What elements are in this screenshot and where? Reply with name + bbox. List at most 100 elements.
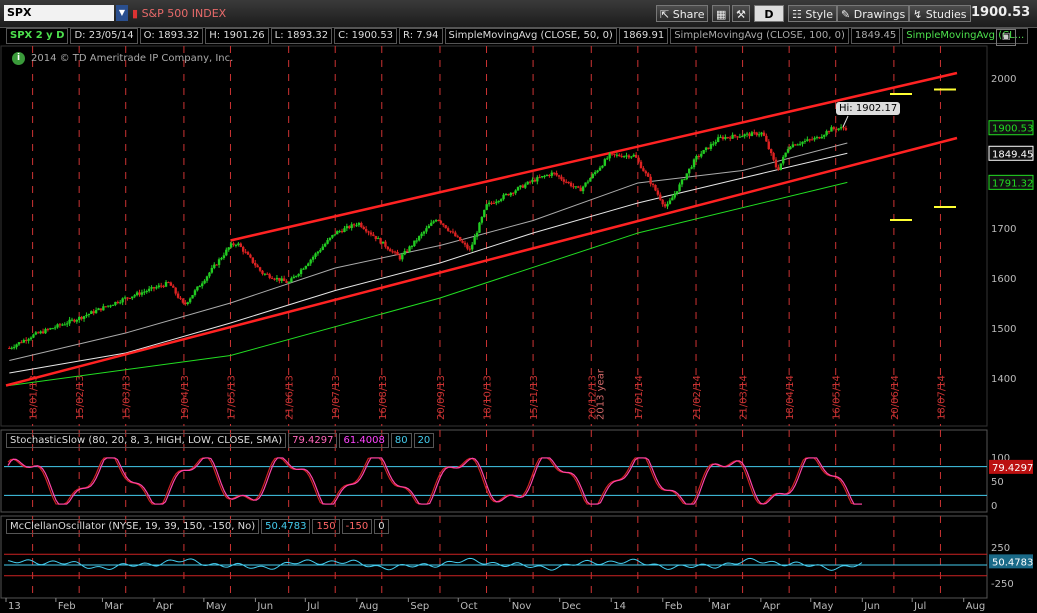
candle-body [51,328,54,330]
candle-body [280,278,283,281]
share-button[interactable]: ⇱ Share [656,5,709,22]
print-button[interactable]: ▦ [712,5,730,22]
candle-body [106,305,110,307]
candle-body [179,297,182,299]
candle-body [685,173,688,180]
style-button[interactable]: ☷ Style [788,5,838,22]
candle-body [420,233,423,237]
date-label: 15/03/13 [122,375,133,420]
candle-body [596,170,599,173]
candle-body [618,154,621,157]
studies-icon: ↯ [913,8,923,21]
candle-body [169,282,173,286]
candle-body [246,252,250,255]
symbol-input[interactable]: SPX [4,5,114,21]
drawings-button[interactable]: ✎ Drawings [837,5,910,22]
info-flag-icon: ▮ [132,7,139,20]
candle-body [707,147,710,149]
candle-body [798,143,802,145]
candle-body [519,185,522,188]
candle-body [473,236,476,245]
candle-body [550,172,553,176]
month-label: Oct [460,601,477,612]
candle-body [391,251,394,253]
range-readout: R: 7.94 [399,28,443,44]
mcclellan-lower: -150 [341,519,373,534]
candle-body [278,277,281,281]
candle-body [724,137,727,139]
studies-button[interactable]: ↯ Studies [909,5,971,22]
candle-body [774,159,778,168]
candle-body [196,286,199,291]
candle-body [15,344,18,348]
month-label: Jun [256,601,273,612]
period-button[interactable]: D [754,5,784,22]
date-label: 15/02/13 [75,375,86,420]
candle-body [642,168,645,172]
candle-body [128,297,132,299]
candle-body [779,163,783,171]
info-bar: SPX 2 y D D: 23/05/14 O: 1893.32 H: 1901.26… [6,28,1030,44]
candle-body [374,235,377,240]
tools-button[interactable]: ⚒ [732,5,750,22]
candle-body [44,329,47,334]
candle-body [661,199,664,205]
maximize-icon[interactable]: ▣ [996,29,1016,46]
candle-body [683,179,686,181]
candle-body [133,295,136,297]
candle-body [160,285,163,287]
candle-body [446,228,450,231]
symbol-dropdown-icon[interactable]: ▼ [116,5,128,21]
candle-body [307,263,310,266]
candle-body [671,197,674,201]
candle-body [492,202,496,204]
style-label: Style [805,8,834,21]
wrench-icon: ⚒ [736,8,746,21]
candle-body [249,254,252,258]
candle-body [73,319,76,322]
candle-body [340,231,344,233]
mcclellan-tag-label: 50.4783 [992,557,1033,568]
candle-body [215,264,218,266]
candle-body [220,257,223,260]
info-icon[interactable]: i [12,52,25,65]
candle-body [823,134,826,137]
candle-body [92,311,95,314]
candle-body [68,319,71,324]
candle-body [355,225,358,227]
candle-body [468,248,472,250]
candle-body [314,253,317,257]
candle-body [839,127,843,129]
candle-body [526,181,529,185]
candle-body [565,181,568,183]
studies-label: Studies [925,8,967,21]
candle-body [304,265,308,269]
candle-body [155,287,158,289]
candle-body [244,251,247,253]
candle-body [673,193,676,198]
month-label: Jul [306,601,319,612]
candle-body [143,291,146,293]
candle-body [323,243,327,247]
candle-body [80,317,83,319]
candle-body [497,200,500,202]
month-label: Dec [562,601,581,612]
candle-body [251,257,255,263]
candle-body [808,139,811,141]
candle-body [345,226,349,229]
candle-body [208,272,211,277]
mcclellan-label-bar: McClellanOscillator (NYSE, 19, 39, 150, … [6,519,391,534]
high-annotation: Hi: 1902.17 [836,102,901,115]
candle-body [719,136,722,138]
month-label: May [206,601,227,612]
candle-body [222,255,226,258]
candle-body [586,181,590,183]
candle-body [119,302,122,304]
candle-body [620,156,623,158]
candle-body [417,236,421,241]
candle-body [692,159,696,168]
price-tag-label: 1791.32 [992,178,1033,189]
candle-body [721,136,725,139]
price-tick-label: 2000 [991,74,1016,85]
candle-body [584,182,587,187]
